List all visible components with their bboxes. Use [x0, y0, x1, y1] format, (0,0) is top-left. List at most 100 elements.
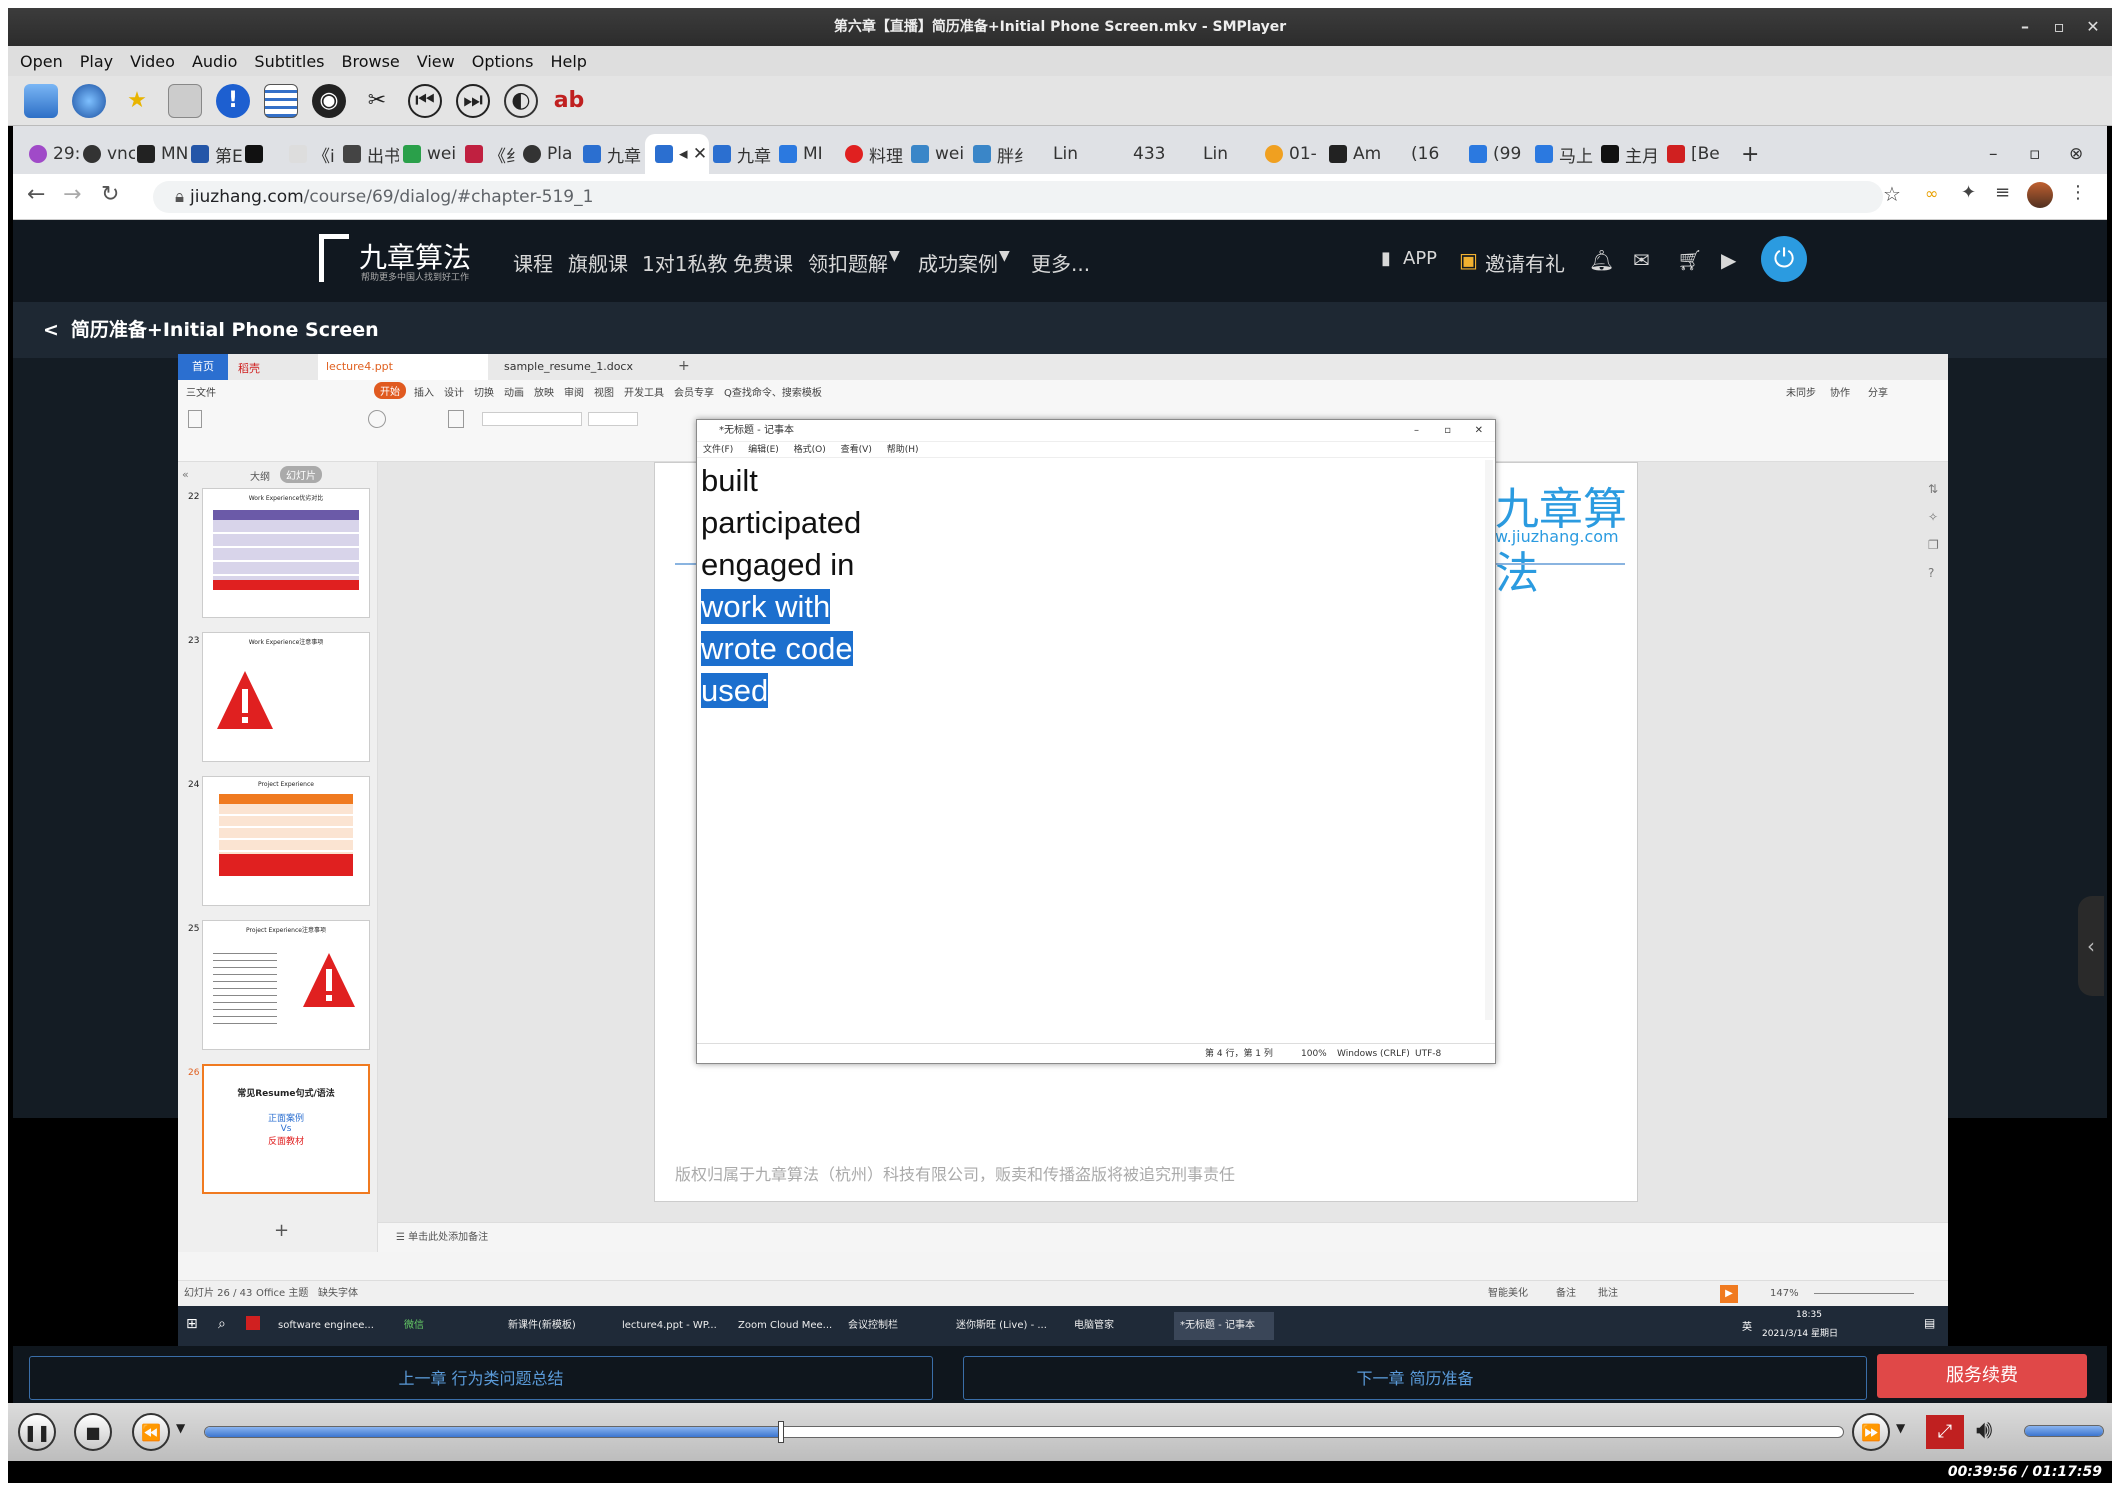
profile-avatar[interactable] — [2027, 182, 2053, 208]
browser-tab[interactable]: 29: — [29, 134, 81, 174]
previous-icon[interactable]: ⏮ — [408, 83, 442, 118]
maximize-button[interactable]: ▫ — [2042, 8, 2076, 46]
video-area[interactable]: 29: vnc MN 第E 《i 出书 wei 《纟 Pla 九章 ◂ ✕ 九章… — [8, 126, 2112, 1403]
taskbar-item-active[interactable]: *无标题 - 记事本 — [1174, 1312, 1274, 1340]
browser-tab[interactable]: 出书 — [343, 134, 399, 174]
taskbar-item[interactable]: 新课件(新模板) — [508, 1312, 604, 1340]
browser-tab[interactable]: wei — [403, 134, 463, 174]
extension-icon[interactable]: ∞ — [1925, 184, 1938, 203]
smart-beautify[interactable]: 智能美化 — [1488, 1281, 1528, 1307]
paste-icon[interactable] — [188, 410, 202, 428]
nav-private-tutor[interactable]: 1对1私教 — [642, 248, 727, 277]
new-tab-button[interactable]: + — [1741, 134, 1771, 174]
screenshot-icon[interactable] — [168, 83, 202, 118]
globe-icon[interactable] — [72, 83, 106, 118]
taskbar-item[interactable]: Zoom Cloud Mee... — [738, 1312, 834, 1340]
wps-collab[interactable]: 协作 — [1830, 384, 1850, 399]
puzzle-icon[interactable]: ✦ — [1961, 182, 1976, 203]
font-size-field[interactable] — [588, 412, 638, 426]
browser-tab[interactable]: (16 — [1411, 134, 1467, 174]
pause-button[interactable]: ❚❚ — [18, 1413, 56, 1451]
bell-icon[interactable]: 🔔︎ — [1589, 248, 1614, 272]
collapse-pane-icon[interactable]: « — [182, 468, 189, 481]
notes-field[interactable]: ☰ 单击此处添加备注 — [378, 1222, 1948, 1252]
browser-tab[interactable]: 《i — [289, 134, 339, 174]
wps-docer-tab[interactable]: 稻壳 — [238, 360, 260, 376]
slides-tab[interactable]: 幻灯片 — [280, 466, 322, 483]
browser-tab[interactable]: MN — [137, 134, 189, 174]
missing-font[interactable]: 缺失字体 — [318, 1281, 358, 1307]
subtitles-icon[interactable]: ◐ — [504, 83, 538, 118]
notepad-scrollbar[interactable] — [1485, 460, 1493, 1020]
back-chevron-icon[interactable]: < — [43, 319, 59, 341]
taskbar-item[interactable]: 会议控制栏 — [848, 1312, 928, 1340]
fullscreen-icon[interactable]: ⤢ — [1926, 1415, 1964, 1449]
wps-search-command[interactable]: Q查找命令、搜索模板 — [724, 384, 822, 399]
wps-new-tab-icon[interactable]: + — [678, 358, 690, 374]
font-name-field[interactable] — [482, 412, 582, 426]
open-file-icon[interactable] — [24, 83, 58, 118]
notes-toggle[interactable]: 备注 — [1556, 1281, 1576, 1307]
rewind-menu-chevron-icon[interactable]: ▼ — [176, 1421, 185, 1435]
browser-tab[interactable]: 九章 — [713, 134, 777, 174]
notepad-menu-help[interactable]: 帮助(H) — [887, 445, 919, 455]
collapse-panel-chevron-icon[interactable]: ‹ — [2078, 896, 2104, 996]
notepad-minimize-button[interactable]: – — [1414, 420, 1419, 442]
browser-tab[interactable]: wei — [911, 134, 971, 174]
notepad-text-area[interactable]: built participated engaged in work with … — [701, 460, 861, 712]
slide-thumbnail[interactable]: Work Experience注意事项 — [202, 632, 370, 762]
add-slide-icon[interactable]: + — [274, 1220, 289, 1241]
wps-menu-review[interactable]: 审阅 — [564, 384, 584, 399]
sidebar-settings-icon[interactable]: ⇅ — [1928, 482, 1944, 496]
ime-indicator[interactable]: 英 — [1742, 1318, 1752, 1333]
power-avatar-icon[interactable]: ⏻ — [1761, 236, 1807, 282]
minimize-button[interactable]: – — [2008, 8, 2042, 46]
notification-icon[interactable]: ▤ — [1924, 1316, 1935, 1330]
sidebar-help-icon[interactable]: ? — [1928, 566, 1944, 580]
browser-tab[interactable]: 料理 — [845, 134, 907, 174]
browser-tab[interactable]: MI — [779, 134, 841, 174]
wps-ppt-tab[interactable]: lecture4.ppt — [318, 354, 488, 380]
browser-tab[interactable]: 433 — [1133, 134, 1193, 174]
nav-more[interactable]: 更多... — [1031, 248, 1090, 277]
browser-maximize-button[interactable]: ▫ — [2029, 134, 2055, 174]
browser-close-button[interactable]: ⊗ — [2069, 134, 2095, 174]
wps-sync-status[interactable]: 未同步 — [1786, 384, 1816, 399]
menu-open[interactable]: Open — [20, 52, 63, 71]
browser-tab[interactable]: vnc — [83, 134, 135, 174]
menu-video[interactable]: Video — [130, 52, 175, 71]
renew-service-button[interactable]: 服务续费 — [1877, 1354, 2087, 1398]
wps-menu-member[interactable]: 会员专享 — [674, 384, 714, 399]
notepad-close-button[interactable]: ✕ — [1475, 420, 1483, 442]
cart-icon[interactable]: 🛒︎ — [1677, 248, 1702, 272]
browser-tab[interactable]: Pla — [523, 134, 581, 174]
forward-menu-chevron-icon[interactable]: ▼ — [1896, 1421, 1905, 1435]
slide-thumbnail[interactable]: Project Experience — [202, 776, 370, 906]
bookmark-star-icon[interactable]: ☆ — [1883, 182, 1901, 206]
notepad-menu-file[interactable]: 文件(F) — [703, 445, 733, 455]
wps-menu-file[interactable]: 三文件 — [186, 384, 216, 399]
browser-minimize-button[interactable]: – — [1989, 134, 2015, 174]
slide-thumbnail[interactable]: Project Experience注意事项 — [202, 920, 370, 1050]
stop-button[interactable]: ■ — [74, 1413, 112, 1451]
zoom-slider[interactable] — [1814, 1293, 1914, 1294]
seek-handle[interactable] — [778, 1421, 785, 1443]
seek-bar[interactable] — [204, 1426, 1844, 1438]
menu-browse[interactable]: Browse — [342, 52, 400, 71]
notepad-menu-view[interactable]: 查看(V) — [841, 445, 872, 455]
comments-toggle[interactable]: 批注 — [1598, 1281, 1618, 1307]
next-chapter-button[interactable]: 下一章 简历准备 — [963, 1356, 1867, 1400]
sidebar-copy-icon[interactable]: ❐ — [1928, 538, 1944, 552]
message-icon[interactable]: ✉ — [1633, 248, 1650, 272]
wps-menu-home[interactable]: 开始 — [374, 382, 406, 399]
rewind-button[interactable]: ⏪ — [132, 1413, 170, 1451]
wps-menu-slideshow[interactable]: 放映 — [534, 384, 554, 399]
windows-start-icon[interactable]: ⊞ — [186, 1316, 198, 1332]
preferences-icon[interactable]: ◉ — [312, 83, 346, 118]
play-from-current-icon[interactable] — [368, 410, 386, 428]
wps-menu-view[interactable]: 视图 — [594, 384, 614, 399]
new-slide-icon[interactable] — [448, 410, 464, 428]
info-icon[interactable]: ! — [216, 83, 250, 118]
reading-list-icon[interactable]: ≡ — [1995, 182, 2010, 203]
sidebar-pin-icon[interactable]: ✧ — [1928, 510, 1944, 524]
